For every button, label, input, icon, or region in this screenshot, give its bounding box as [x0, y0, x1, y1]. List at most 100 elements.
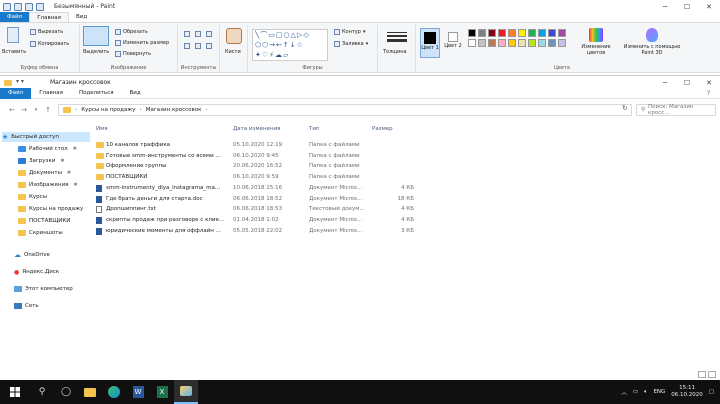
explorer-tab-file[interactable]: Файл [0, 87, 32, 99]
brushes-button[interactable]: Кисти [225, 49, 241, 55]
palette-swatch[interactable] [528, 39, 536, 47]
paste-button[interactable]: Вставить [2, 49, 26, 55]
taskbar-search-icon[interactable]: ⚲ [30, 380, 54, 404]
breadcrumb-item[interactable]: Курсы на продажу [81, 107, 135, 113]
nav-item[interactable]: Курсы на продажу [18, 204, 83, 214]
eraser-icon[interactable] [184, 43, 190, 49]
nav-onedrive[interactable]: ☁ OneDrive [14, 250, 50, 260]
file-row[interactable]: ПОСТАВЩИКИ 06.10.2020 9:59 Папка с файлами [96, 172, 426, 182]
address-bar[interactable]: › Курсы на продажу › Магазин кроссовок › [58, 104, 632, 116]
save-icon[interactable] [14, 2, 22, 11]
cut-button[interactable]: Вырезать [30, 29, 63, 35]
outline-dropdown[interactable]: Контур ▾ [334, 29, 365, 35]
nav-quick-access[interactable]: ★ Быстрый доступ [2, 132, 90, 142]
redo-icon[interactable] [36, 2, 44, 11]
up-arrow-icon[interactable]: ↑ [42, 106, 54, 114]
color-picker-icon[interactable] [195, 43, 201, 49]
column-header-size[interactable]: Размер [372, 126, 393, 132]
palette-swatch[interactable] [558, 39, 566, 47]
fill-icon[interactable] [195, 31, 201, 37]
recent-chevron-icon[interactable]: ▾ [30, 107, 42, 113]
nav-item[interactable]: Загрузки ✱ [18, 156, 65, 166]
paint-close-button[interactable]: ✕ [698, 0, 720, 13]
explorer-quick-toolbar[interactable]: ▾ ▾ [16, 78, 24, 85]
paint-tab-file[interactable]: Файл [0, 12, 30, 22]
text-icon[interactable] [206, 31, 212, 37]
nav-item[interactable]: Документы ✱ [18, 168, 71, 178]
breadcrumb-item[interactable]: Магазин кроссовок [146, 107, 202, 113]
edit-paint3d-button[interactable]: Изменить с помощью Paint 3D [622, 28, 682, 56]
nav-item[interactable]: Изображения ✱ [18, 180, 78, 190]
taskbar-paint-icon[interactable] [174, 380, 198, 404]
pin-icon[interactable]: ✱ [73, 182, 77, 188]
edit-colors-button[interactable]: Изменение цветов [574, 28, 618, 56]
network-status-icon[interactable]: ▭ [633, 389, 638, 395]
palette-swatch[interactable] [498, 39, 506, 47]
file-row[interactable]: скрипты продаж при разговоре с клие... 01… [96, 215, 426, 225]
explorer-tab-home[interactable]: Главная [31, 88, 71, 99]
file-row[interactable]: Готовые smm-инструменты со всеми ... 06.1… [96, 151, 426, 161]
file-row[interactable]: юридические моменты для оффлайн ... 05.05… [96, 226, 426, 236]
start-button[interactable] [0, 380, 30, 404]
file-row[interactable]: 10 каналов траффика 05.10.2020 12:19 Папка… [96, 140, 426, 150]
pin-icon[interactable]: ✱ [60, 158, 64, 164]
select-icon[interactable] [83, 26, 109, 46]
paint-tab-view[interactable]: Вид [69, 12, 94, 22]
taskbar-edge-icon[interactable] [102, 380, 126, 404]
file-row[interactable]: Дропшиппинг.txt 06.06.2018 18:53 Текстовый… [96, 204, 426, 214]
palette-swatch[interactable] [508, 39, 516, 47]
palette-swatch[interactable] [558, 29, 566, 37]
nav-network[interactable]: Сеть [14, 301, 39, 311]
palette-swatch[interactable] [498, 29, 506, 37]
volume-icon[interactable]: 🔈︎ [644, 389, 647, 396]
copy-button[interactable]: Копировать [30, 41, 69, 47]
paint-tab-home[interactable]: Главная [29, 12, 69, 22]
palette-swatch[interactable] [478, 29, 486, 37]
task-view-icon[interactable]: ◯ [54, 380, 78, 404]
help-icon[interactable]: ? [707, 90, 710, 97]
palette-swatch[interactable] [548, 29, 556, 37]
nav-this-pc[interactable]: Этот компьютер [14, 284, 73, 294]
explorer-tab-view[interactable]: Вид [122, 88, 149, 99]
file-row[interactable]: Где брать деньги для старта.doc 06.06.201… [96, 194, 426, 204]
palette-swatch[interactable] [488, 29, 496, 37]
file-row[interactable]: smm-instrumenty_dlya_instagrama_ma... 10.… [96, 183, 426, 193]
taskbar-excel-icon[interactable]: X [150, 380, 174, 404]
taskbar-word-icon[interactable]: W [126, 380, 150, 404]
magnifier-icon[interactable] [206, 43, 212, 49]
paste-icon[interactable] [7, 27, 19, 43]
taskbar-explorer-icon[interactable] [78, 380, 102, 404]
palette-swatch[interactable] [528, 29, 536, 37]
resize-button[interactable]: Изменить размер [115, 40, 169, 46]
nav-item[interactable]: ПОСТАВЩИКИ [18, 216, 70, 226]
nav-item[interactable]: Курсы [18, 192, 47, 202]
refresh-icon[interactable]: ↻ [622, 104, 628, 112]
nav-yandex-disk[interactable]: ● Яндекс.Диск [14, 267, 59, 277]
paint-maximize-button[interactable]: ☐ [676, 0, 698, 13]
pin-icon[interactable]: ✱ [73, 146, 77, 152]
clock[interactable]: 15:11 06.10.2020 [671, 385, 703, 399]
nav-item[interactable]: Рабочий стол ✱ [18, 144, 77, 154]
palette-swatch[interactable] [468, 39, 476, 47]
notifications-icon[interactable]: ▢ [709, 389, 714, 395]
column-header-date[interactable]: Дата изменения [233, 126, 280, 132]
palette-swatch[interactable] [538, 39, 546, 47]
language-indicator[interactable]: ENG [653, 389, 665, 395]
shapes-gallery[interactable]: ╲⌒▭▢○△▷◇ ⬠⬡→←↑↓☆ ✦♡⚡☁▱ [252, 29, 328, 61]
undo-icon[interactable] [25, 2, 33, 11]
palette-swatch[interactable] [508, 29, 516, 37]
pencil-icon[interactable] [184, 31, 190, 37]
details-view-icon[interactable] [698, 371, 706, 378]
file-row[interactable]: Оформление группы 20.06.2020 16:52 Папка с… [96, 161, 426, 171]
palette-swatch[interactable] [518, 39, 526, 47]
column-header-type[interactable]: Тип [309, 126, 320, 132]
show-hidden-icons-icon[interactable]: ︿ [621, 388, 627, 396]
nav-item[interactable]: Скриншоты [18, 228, 63, 238]
line-width-icon[interactable] [387, 30, 407, 44]
explorer-tab-share[interactable]: Поделиться [71, 88, 122, 99]
paint-minimize-button[interactable]: ─ [654, 0, 676, 13]
palette-swatch[interactable] [478, 39, 486, 47]
back-arrow-icon[interactable]: ← [6, 106, 18, 114]
palette-swatch[interactable] [488, 39, 496, 47]
crop-button[interactable]: Обрезать [115, 29, 148, 35]
